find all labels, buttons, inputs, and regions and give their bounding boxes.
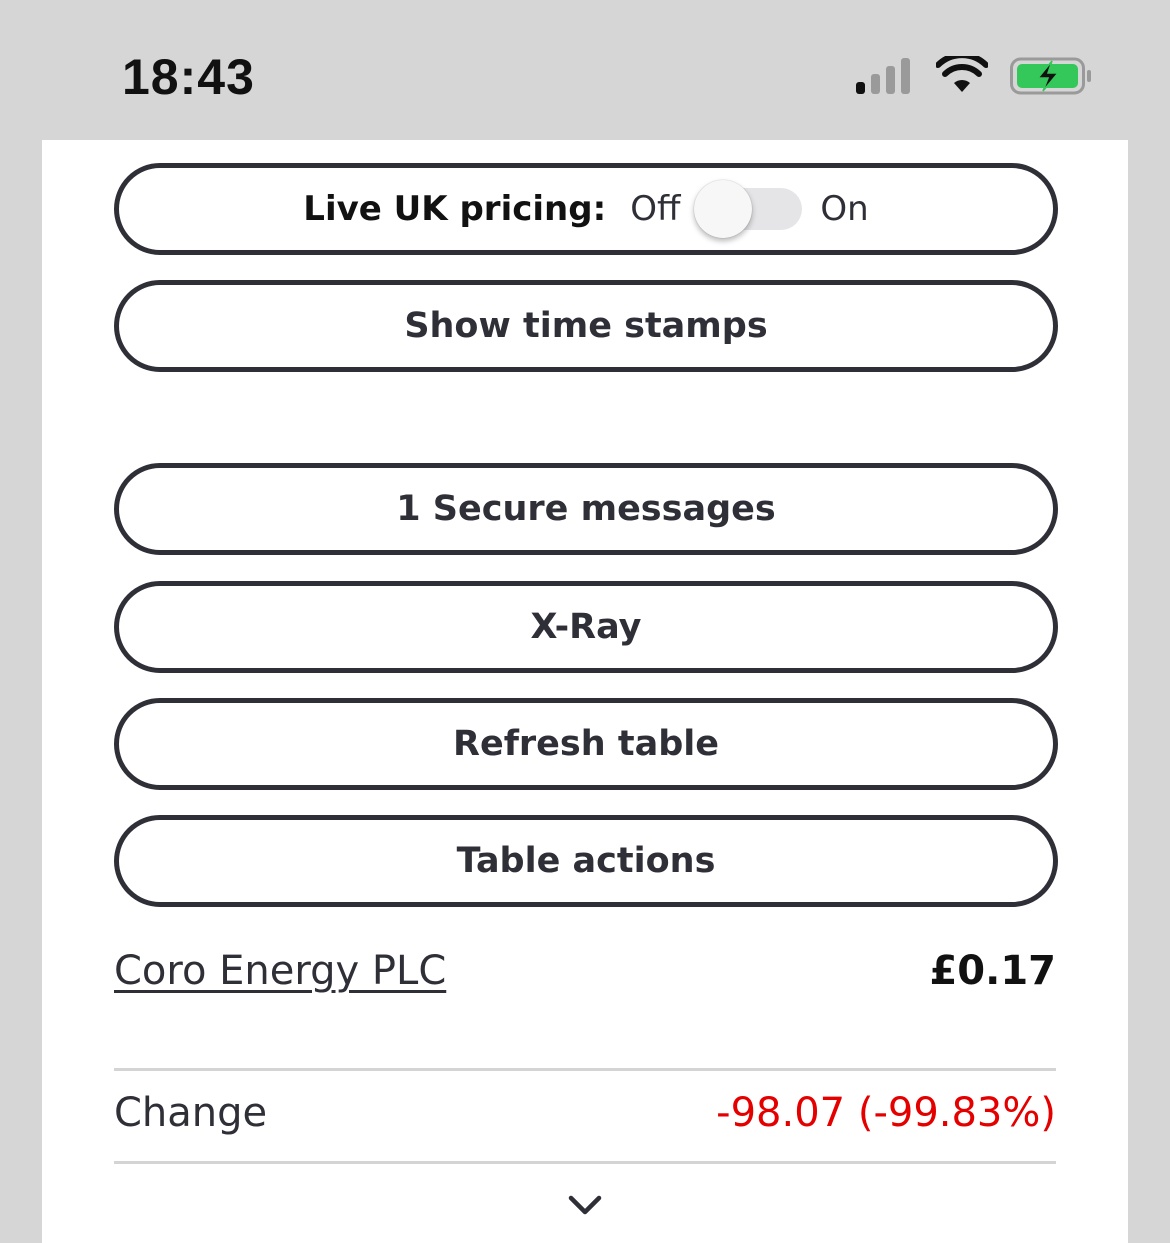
live-pricing-toggle-group: Live UK pricing: Off On xyxy=(303,180,869,238)
show-time-stamps-button[interactable]: Show time stamps xyxy=(114,280,1058,372)
divider xyxy=(114,1161,1056,1164)
table-actions-label: Table actions xyxy=(456,841,716,881)
switch-knob[interactable] xyxy=(694,180,753,238)
portfolio-panel: Live UK pricing: Off On Show time stamps… xyxy=(42,140,1128,1243)
toggle-on-label: On xyxy=(820,189,869,229)
cellular-signal-icon xyxy=(856,58,910,94)
secure-messages-button[interactable]: 1 Secure messages xyxy=(114,463,1058,555)
show-time-stamps-label: Show time stamps xyxy=(404,306,768,346)
wifi-icon xyxy=(936,56,988,92)
secure-messages-label: 1 Secure messages xyxy=(396,489,776,529)
status-bar: 18:43 xyxy=(0,0,1170,140)
holding-price: £0.17 xyxy=(929,948,1056,994)
live-pricing-switch[interactable] xyxy=(694,180,803,238)
battery-charging-icon xyxy=(1010,57,1091,95)
change-label: Change xyxy=(114,1090,268,1136)
right-gutter xyxy=(1127,140,1170,1243)
change-value: -98.07 (-99.83%) xyxy=(716,1090,1056,1136)
refresh-table-label: Refresh table xyxy=(453,724,719,764)
divider xyxy=(114,1068,1056,1071)
live-pricing-toggle-row: Live UK pricing: Off On xyxy=(114,163,1058,255)
refresh-table-button[interactable]: Refresh table xyxy=(114,698,1058,790)
status-icons xyxy=(856,56,1092,96)
toggle-off-label: Off xyxy=(630,189,681,229)
xray-label: X-Ray xyxy=(530,607,642,647)
table-actions-button[interactable]: Table actions xyxy=(114,815,1058,907)
status-time: 18:43 xyxy=(122,49,255,105)
chevron-down-icon[interactable] xyxy=(566,1192,604,1220)
holding-name-link[interactable]: Coro Energy PLC xyxy=(114,948,446,994)
left-gutter xyxy=(0,140,43,1243)
live-pricing-label: Live UK pricing: xyxy=(303,189,607,229)
xray-button[interactable]: X-Ray xyxy=(114,581,1058,673)
